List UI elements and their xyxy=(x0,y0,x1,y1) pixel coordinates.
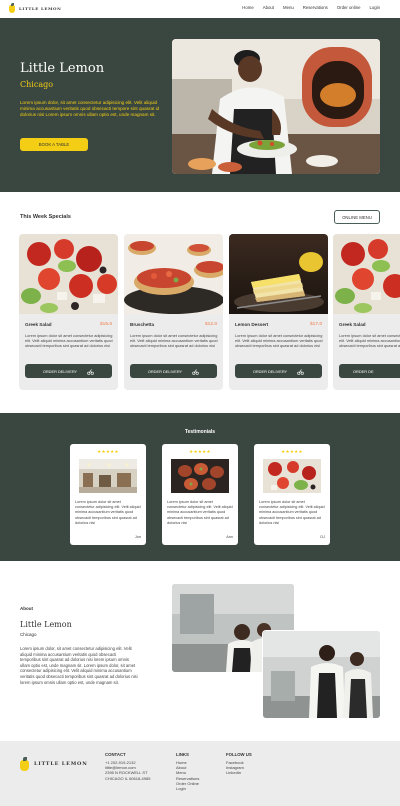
testimonial-card: ★★★★★ Lorem ipsum dolor sit amet consect… xyxy=(162,444,238,545)
special-price: $17.0 xyxy=(309,322,322,327)
greek-salad-image xyxy=(333,234,400,314)
nav-link-about[interactable]: About xyxy=(263,5,274,10)
footer-address-line2: CHICAGO IL 60618-4985 xyxy=(105,775,151,781)
reviewer-name: Jon xyxy=(134,535,141,539)
testimonial-card: ★★★★★ Lorem ipsum dolor sit amet consect… xyxy=(70,444,146,545)
nav-link-order-online[interactable]: Order online xyxy=(337,5,361,10)
about-subtitle: Chicago xyxy=(20,632,37,637)
nav-links: Home About Menu Reservations Order onlin… xyxy=(242,5,380,10)
specials-title: This Week Specials xyxy=(20,214,71,220)
logo-text: LITTLE LEMON xyxy=(19,5,62,11)
book-table-button[interactable]: BOOK A TABLE xyxy=(20,138,88,151)
delivery-bike-icon xyxy=(192,368,199,375)
footer: LITTLE LEMON CONTACT +1 202-919-2132 lit… xyxy=(0,741,400,806)
special-price: $12.0 xyxy=(204,322,217,327)
footer-follow: FOLLOW US Facebook Instagram LinkedIn xyxy=(226,752,252,776)
special-card-bruschetta: Bruschetta $12.0 Lorem ipsum dolor sit a… xyxy=(124,234,223,390)
specials-cards: Greek Salad $15.0 Lorem ipsum dolor sit … xyxy=(19,234,400,390)
order-delivery-label: ORDER DELIVERY xyxy=(42,368,78,374)
testimonial-card: ★★★★★ Lorem ipsum dolor sit amet consect… xyxy=(254,444,330,545)
special-name: Lemon Dessert xyxy=(235,322,269,327)
dish-image xyxy=(171,459,229,493)
order-delivery-button[interactable]: ORDER DELIVERY xyxy=(235,364,322,378)
special-name: Bruschetta xyxy=(130,322,154,327)
testimonials-section: Testimonials ★★★★★ Lorem ipsum dolor sit… xyxy=(0,413,400,561)
nav-link-menu[interactable]: Menu xyxy=(283,5,294,10)
hero-chef-image xyxy=(172,39,380,174)
hero-title: Little Lemon xyxy=(20,61,105,76)
order-delivery-label: ORDER DE xyxy=(353,368,374,374)
testimonial-text: Lorem ipsum dolor sit amet consectetur a… xyxy=(167,500,233,525)
order-delivery-label: ORDER DELIVERY xyxy=(252,368,288,374)
footer-contact-heading: CONTACT xyxy=(105,752,126,757)
nav-link-home[interactable]: Home xyxy=(242,5,253,10)
footer-follow-heading: FOLLOW US xyxy=(226,752,252,757)
special-description: Lorem ipsum dolor sit amet consectetur a… xyxy=(25,333,113,349)
about-description: Lorem ipsum dolor, sit amet consectetur … xyxy=(20,646,138,685)
testimonial-text: Lorem ipsum dolor sit amet consectetur a… xyxy=(259,500,325,525)
special-name: Greek Salad xyxy=(25,322,52,327)
order-delivery-button[interactable]: ORDER DELIVERY xyxy=(130,364,217,378)
special-name: Greek Salad xyxy=(339,322,366,327)
restaurant-interior-image xyxy=(79,459,137,493)
logo[interactable]: LITTLE LEMON xyxy=(9,3,61,13)
footer-contact: CONTACT +1 202-919-2132 little@lemon.com… xyxy=(105,752,150,781)
rating-stars: ★★★★★ xyxy=(281,449,303,454)
footer-link-linkedin[interactable]: LinkedIn xyxy=(226,770,252,775)
rating-stars: ★★★★★ xyxy=(189,449,211,454)
salad-image xyxy=(263,459,321,493)
footer-logo[interactable]: LITTLE LEMON xyxy=(20,757,88,771)
footer-link-login[interactable]: Login xyxy=(176,786,199,791)
top-nav: LITTLE LEMON Home About Menu Reservation… xyxy=(0,0,400,18)
footer-logo-text: LITTLE LEMON xyxy=(34,761,88,767)
testimonial-text: Lorem ipsum dolor sit amet consectetur a… xyxy=(75,500,141,525)
special-card-lemon-dessert: Lemon Dessert $17.0 Lorem ipsum dolor si… xyxy=(229,234,328,390)
lemon-logo-icon xyxy=(9,3,15,13)
special-description: Lorem ipsum dolor sit amet consectetur a… xyxy=(235,333,323,349)
rating-stars: ★★★★★ xyxy=(97,449,119,454)
footer-links-heading: LINKS xyxy=(176,752,189,757)
order-delivery-label: ORDER DELIVERY xyxy=(147,368,183,374)
footer-links: LINKS Home About Menu Reservations Order… xyxy=(176,752,199,791)
online-menu-button[interactable]: ONLINE MENU xyxy=(334,210,380,224)
delivery-bike-icon xyxy=(87,368,94,375)
hero-subtitle: Chicago xyxy=(20,80,54,89)
special-price: $15.0 xyxy=(99,322,112,327)
nav-link-reservations[interactable]: Reservations xyxy=(303,5,328,10)
special-description: Lorem ipsum dolor sit amet consectetur a… xyxy=(339,333,400,349)
special-card-greek-salad-2: Greek Salad Lorem ipsum dolor sit amet c… xyxy=(333,234,400,390)
lemon-logo-icon xyxy=(20,757,29,771)
special-description: Lorem ipsum dolor sit amet consectetur a… xyxy=(130,333,218,349)
testimonials-title: Testimonials xyxy=(184,429,216,435)
reviewer-name: DJ xyxy=(320,535,325,539)
lemon-dessert-image xyxy=(229,234,328,314)
special-card-greek-salad: Greek Salad $15.0 Lorem ipsum dolor sit … xyxy=(19,234,118,390)
footer-address-line1: 2395 N ROCKWELL ST xyxy=(105,770,148,776)
chefs-team-image xyxy=(263,631,380,718)
greek-salad-image xyxy=(19,234,118,314)
nav-link-login[interactable]: Login xyxy=(369,5,380,10)
reviewer-name: Ann xyxy=(226,535,233,539)
order-delivery-button[interactable]: ORDER DELIVERY xyxy=(25,364,112,378)
about-title: Little Lemon xyxy=(20,620,72,629)
hero-section: Little Lemon Chicago Lorem ipsum dolor, … xyxy=(0,18,400,192)
about-label: About xyxy=(20,606,33,611)
bruschetta-image xyxy=(124,234,223,314)
delivery-bike-icon xyxy=(297,368,304,375)
order-delivery-button[interactable]: ORDER DE xyxy=(339,364,400,378)
hero-description: Lorem ipsum dolor, sit amet consectetur … xyxy=(20,100,160,117)
